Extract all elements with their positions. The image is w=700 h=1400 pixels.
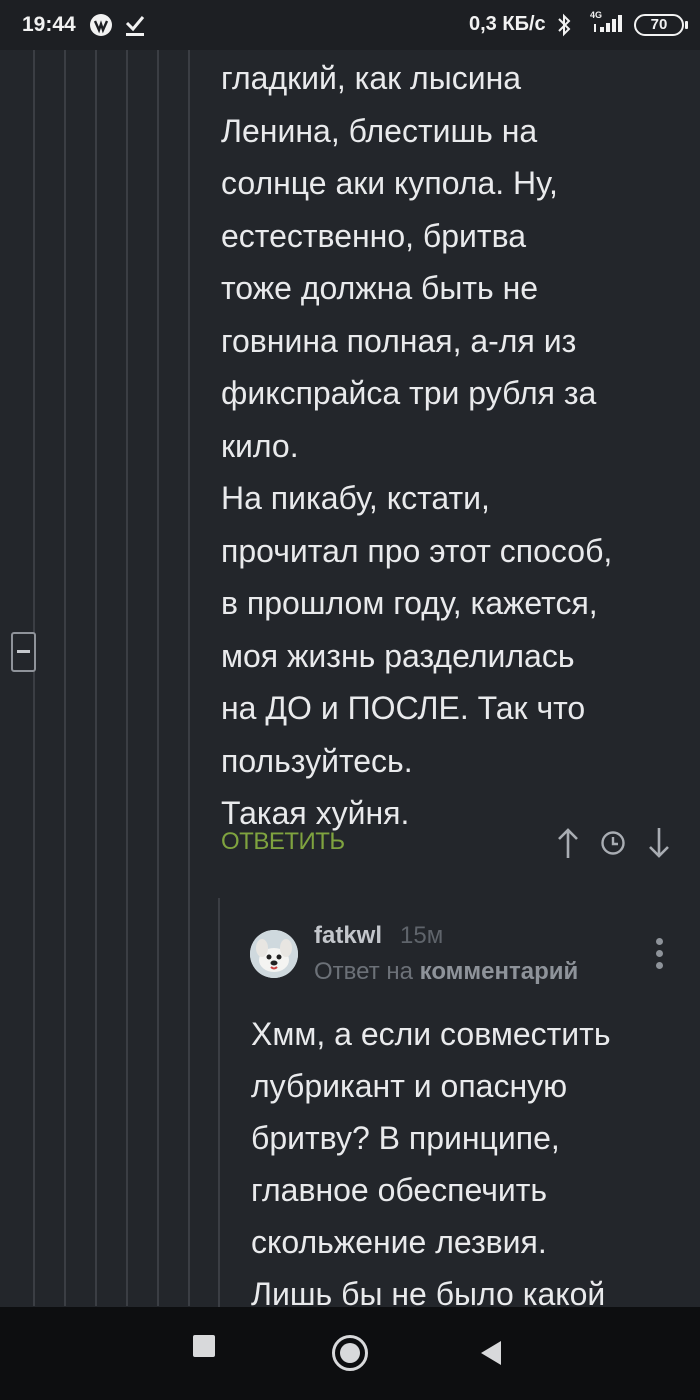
avatar[interactable] xyxy=(250,930,298,978)
avatar-dog-image xyxy=(250,930,298,978)
thread-line xyxy=(64,50,66,1306)
signal-icon: 4G xyxy=(588,10,628,38)
reply-to-label: Ответ на комментарий xyxy=(314,958,578,986)
comment-line: гладкий, как лысина xyxy=(221,60,522,96)
comment-line: На пикабу, кстати, xyxy=(221,480,490,516)
collapse-thread-button[interactable] xyxy=(11,632,36,672)
clock-icon[interactable] xyxy=(600,830,626,856)
bluetooth-icon xyxy=(558,13,571,37)
thread-line xyxy=(95,50,97,1306)
reply-line: скольжение лезвия. xyxy=(251,1224,547,1260)
reply-line: главное обеспечить xyxy=(251,1172,548,1208)
minus-icon xyxy=(17,650,30,653)
comment-line: на ДО и ПОСЛЕ. Так что xyxy=(221,690,586,726)
reply-line: лубрикант и опасную xyxy=(251,1068,568,1104)
thread-line xyxy=(33,50,35,1306)
reply-body: Хмм, а если совместить лубрикант и опасн… xyxy=(251,1008,691,1320)
reply-line: бритву? В принципе, xyxy=(251,1120,560,1156)
thread-line xyxy=(157,50,159,1306)
reply-to-link[interactable]: комментарий xyxy=(420,958,579,985)
comment-line: фикспрайса три рубля за xyxy=(221,375,597,411)
comment-line: говнина полная, а-ля из xyxy=(221,322,577,359)
more-options-icon[interactable] xyxy=(652,938,666,972)
thread-line xyxy=(188,50,190,1306)
thread-line xyxy=(126,50,128,1306)
reply-button[interactable]: ОТВЕТИТЬ xyxy=(221,828,345,856)
comment-line: Ленина, блестишь на xyxy=(221,112,538,149)
arrow-down-icon[interactable] xyxy=(647,826,671,860)
comment-line: кило. xyxy=(221,427,299,464)
comment-line: пользуйтесь. xyxy=(221,742,413,779)
app-notification-icon xyxy=(90,14,112,36)
comment-line: прочитал про этот способ, xyxy=(221,532,613,569)
comment-line: солнце аки купола. Ну, xyxy=(221,165,558,201)
reply-line: Хмм, а если совместить xyxy=(251,1016,611,1052)
recent-apps-button[interactable] xyxy=(193,1335,215,1357)
comment-line: моя жизнь разделилась xyxy=(221,637,575,674)
reply-username[interactable]: fatkwl xyxy=(314,922,382,950)
network-speed: 0,3 КБ/с xyxy=(469,13,546,35)
comment-line: естественно, бритва xyxy=(221,217,526,254)
home-button[interactable] xyxy=(332,1335,368,1371)
download-done-icon xyxy=(125,16,145,36)
back-button[interactable] xyxy=(481,1341,501,1365)
arrow-up-icon[interactable] xyxy=(556,826,580,860)
comment-body: гладкий, как лысина Ленина, блестишь на … xyxy=(221,52,681,840)
reply-time: 15м xyxy=(400,922,444,949)
battery-indicator: 70 xyxy=(634,14,688,36)
comment-line: тоже должна быть не xyxy=(221,270,539,306)
status-bar: 19:44 0,3 КБ/с 4G 70 xyxy=(0,0,700,50)
reply-to-prefix: Ответ на xyxy=(314,958,413,985)
comment-line: в прошлом году, кажется, xyxy=(221,585,598,621)
status-time: 19:44 xyxy=(22,13,76,36)
